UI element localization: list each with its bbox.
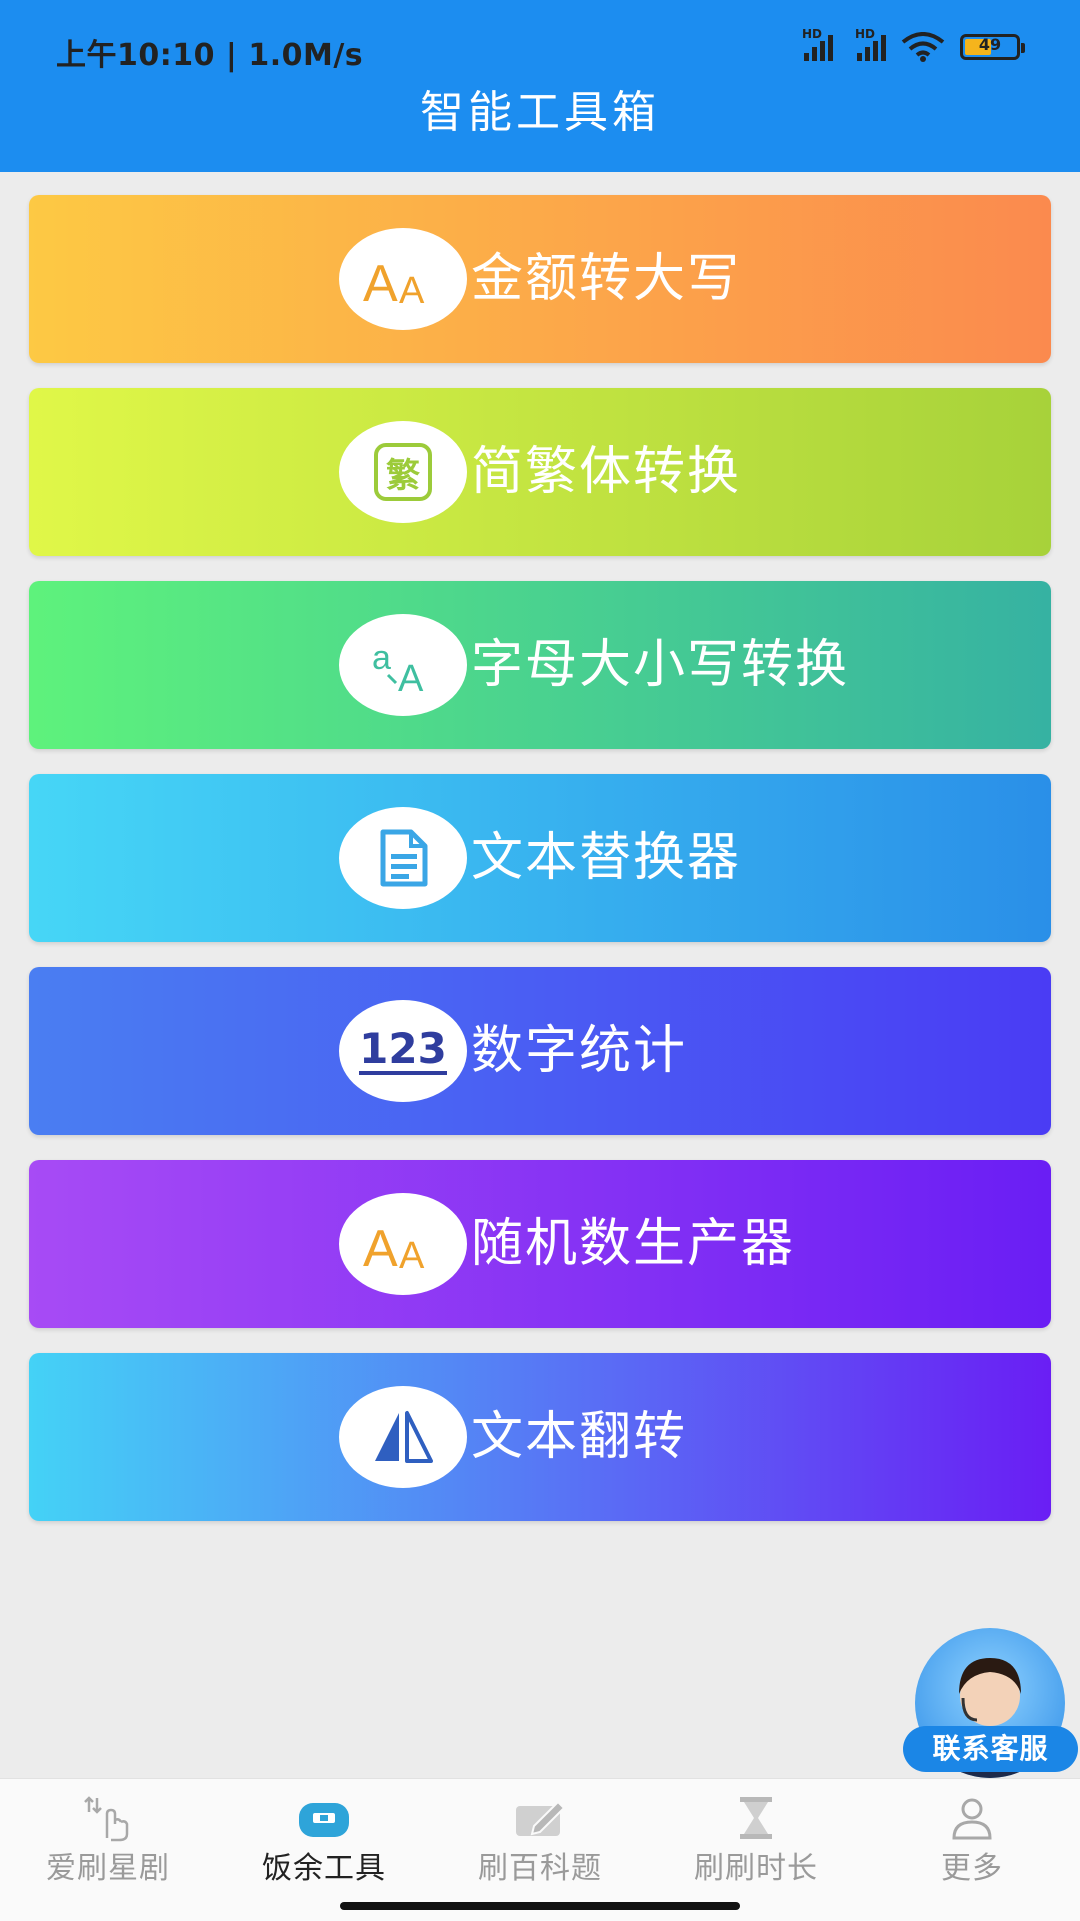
font-aa-icon: A A (339, 228, 467, 330)
tool-card-text-flip[interactable]: 文本翻转 (29, 1353, 1051, 1521)
tool-label: 数字统计 (471, 1021, 688, 1081)
flip-icon (339, 1386, 467, 1488)
tab-label: 刷刷时长 (694, 1851, 818, 1886)
tab-quiz[interactable]: 刷百科题 (432, 1779, 648, 1921)
edit-note-icon (510, 1793, 570, 1843)
traditional-char-icon: 繁 (339, 421, 467, 523)
tab-label: 饭余工具 (262, 1851, 386, 1886)
tool-card-text-replace[interactable]: 文本替换器 (29, 774, 1051, 942)
app-header: 上午10:10 | 1.0M/s HD HD 49 智能工具箱 (0, 0, 1080, 172)
toolbox-icon (294, 1793, 354, 1843)
tab-more[interactable]: 更多 (864, 1779, 1080, 1921)
customer-service-button[interactable]: 联系客服 (903, 1628, 1078, 1778)
document-icon (339, 807, 467, 909)
bottom-tab-bar: 爱刷星剧 饭余工具 刷百科题 刷刷时长 更多 (0, 1778, 1080, 1921)
svg-text:A: A (363, 1220, 398, 1272)
svg-text:A: A (399, 1235, 425, 1272)
tool-label: 简繁体转换 (471, 442, 742, 502)
customer-service-label: 联系客服 (903, 1726, 1078, 1772)
signal-icon: HD (802, 27, 833, 61)
tab-label: 刷百科题 (478, 1851, 602, 1886)
tool-card-simplified-traditional[interactable]: 繁 简繁体转换 (29, 388, 1051, 556)
tool-label: 金额转大写 (471, 249, 742, 309)
wifi-icon (901, 32, 945, 62)
tab-label: 更多 (941, 1851, 1003, 1886)
translate-icon: a A (339, 614, 467, 716)
signal-icon-2: HD (855, 27, 886, 61)
home-indicator (340, 1902, 740, 1910)
hourglass-icon (726, 1793, 786, 1843)
tool-card-random-number[interactable]: A A 随机数生产器 (29, 1160, 1051, 1328)
font-aa-icon: A A (339, 1193, 467, 1295)
number-123-icon: 123 (339, 1000, 467, 1102)
tab-duration[interactable]: 刷刷时长 (648, 1779, 864, 1921)
status-icons: HD HD 49 (796, 27, 1025, 62)
tool-card-number-stats[interactable]: 123 数字统计 (29, 967, 1051, 1135)
svg-text:A: A (398, 658, 424, 695)
battery-icon: 49 (960, 34, 1025, 60)
tab-label: 爱刷星剧 (46, 1851, 170, 1886)
status-time: 上午10:10 | 1.0M/s (56, 38, 364, 73)
tool-label: 文本替换器 (471, 828, 742, 888)
svg-text:a: a (372, 639, 391, 677)
swipe-hand-icon (78, 1793, 138, 1843)
user-icon (942, 1793, 1002, 1843)
tool-card-amount-uppercase[interactable]: A A 金额转大写 (29, 195, 1051, 363)
page-title: 智能工具箱 (420, 87, 660, 138)
svg-text:A: A (363, 255, 398, 307)
tool-card-letter-case[interactable]: a A 字母大小写转换 (29, 581, 1051, 749)
svg-text:A: A (399, 270, 425, 307)
tool-label: 字母大小写转换 (471, 635, 850, 695)
tab-tools[interactable]: 饭余工具 (216, 1779, 432, 1921)
tab-drama[interactable]: 爱刷星剧 (0, 1779, 216, 1921)
tool-label: 文本翻转 (471, 1407, 688, 1467)
tool-label: 随机数生产器 (471, 1214, 796, 1274)
